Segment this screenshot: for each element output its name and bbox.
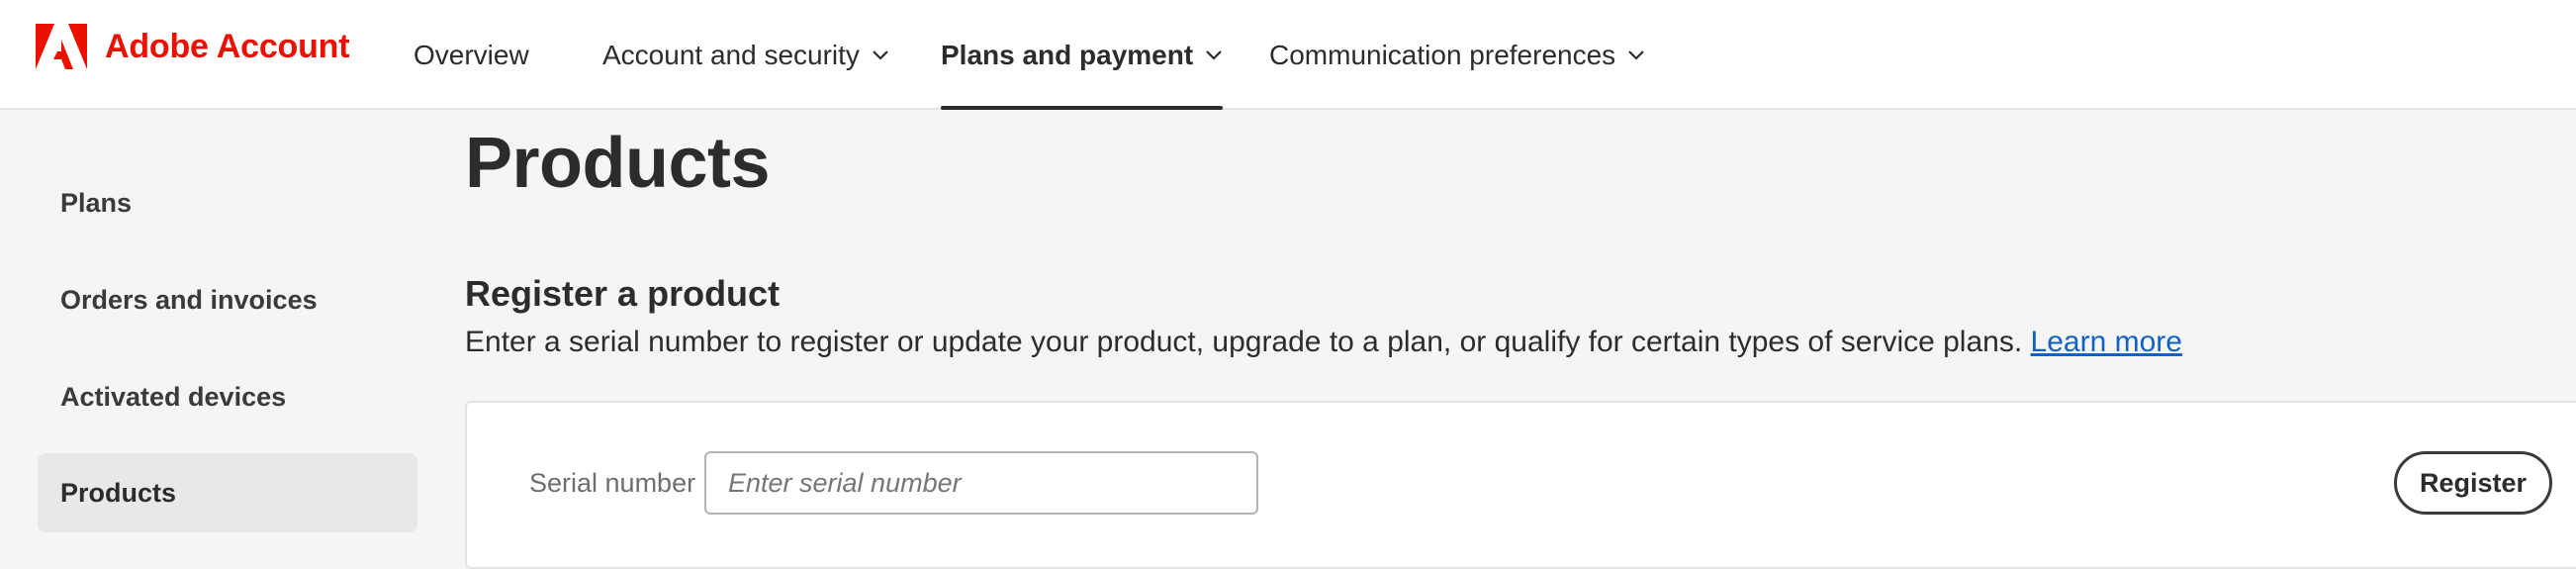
register-product-description: Enter a serial number to register or upd… bbox=[465, 323, 2182, 362]
sidebar-item-products[interactable]: Products bbox=[38, 453, 417, 532]
nav-overview-label: Overview bbox=[414, 39, 529, 70]
nav-account-and-security[interactable]: Account and security bbox=[602, 0, 889, 110]
nav-plans-and-payment[interactable]: Plans and payment bbox=[941, 0, 1224, 110]
nav-plans-and-payment-label: Plans and payment bbox=[941, 39, 1194, 70]
chevron-down-icon bbox=[1206, 49, 1222, 60]
brand-name: Adobe Account bbox=[105, 27, 350, 65]
page-title: Products bbox=[465, 124, 771, 203]
sidebar-item-label: Products bbox=[60, 477, 177, 508]
register-description-text: Enter a serial number to register or upd… bbox=[465, 326, 2023, 358]
register-button[interactable]: Register bbox=[2394, 451, 2552, 515]
sidebar-item-label: Orders and invoices bbox=[60, 284, 318, 315]
nav-communication-preferences[interactable]: Communication preferences bbox=[1269, 0, 1645, 110]
learn-more-link[interactable]: Learn more bbox=[2031, 326, 2182, 358]
sidebar-item-activated-devices[interactable]: Activated devices bbox=[38, 357, 417, 436]
sidebar-item-orders-and-invoices[interactable]: Orders and invoices bbox=[38, 260, 417, 339]
sidebar-item-plans[interactable]: Plans bbox=[38, 163, 417, 242]
sidebar-item-label: Plans bbox=[60, 187, 133, 218]
top-navigation-bar: Adobe Account Overview Account and secur… bbox=[0, 0, 2576, 110]
serial-number-input[interactable] bbox=[704, 451, 1258, 515]
sidebar-item-label: Activated devices bbox=[60, 381, 287, 412]
adobe-logo-icon bbox=[36, 24, 87, 69]
serial-number-label: Serial number bbox=[529, 468, 696, 498]
register-product-title: Register a product bbox=[465, 273, 781, 314]
nav-communication-preferences-label: Communication preferences bbox=[1269, 39, 1616, 70]
chevron-down-icon bbox=[873, 49, 888, 60]
brand[interactable]: Adobe Account bbox=[36, 24, 350, 69]
nav-overview[interactable]: Overview bbox=[414, 0, 529, 110]
chevron-down-icon bbox=[1628, 49, 1644, 60]
nav-account-and-security-label: Account and security bbox=[602, 39, 860, 70]
